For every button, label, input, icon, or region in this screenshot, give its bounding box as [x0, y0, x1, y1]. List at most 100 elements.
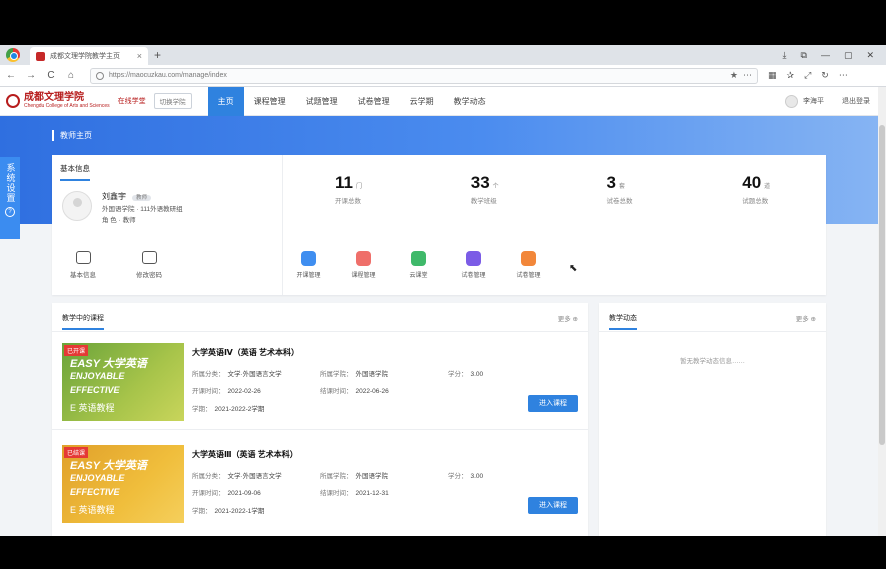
- course-name[interactable]: 大学英语Ⅲ（英语 艺术本科）: [192, 449, 298, 460]
- basic-info-link[interactable]: 基本信息: [70, 251, 96, 279]
- nav-home[interactable]: 主页: [207, 86, 244, 116]
- window-controls: ⤓ ⧉ — ▢ ✕: [783, 50, 886, 61]
- course-manage-icon: [356, 251, 371, 266]
- course-start: 开课时间： 2022-02-26: [192, 388, 261, 395]
- download-icon[interactable]: ⤓: [783, 50, 787, 61]
- tab-close-icon[interactable]: ×: [137, 51, 142, 61]
- stat-questions[interactable]: 40 道 试题总数: [690, 173, 826, 205]
- paper-manage-icon: [466, 251, 481, 266]
- nav-courses[interactable]: 课程管理: [244, 87, 296, 116]
- url-more-icon[interactable]: ⋯: [743, 70, 752, 81]
- course-credit: 学分： 3.00: [448, 473, 484, 480]
- stat-number: 11: [335, 173, 353, 192]
- course-start: 开课时间： 2021-09-06: [192, 490, 261, 497]
- course-end: 结课时间： 2021-12-31: [320, 490, 389, 497]
- letterbox-bottom: [0, 536, 886, 569]
- stat-courses[interactable]: 11 门 开课总数: [283, 173, 419, 205]
- divider: [52, 331, 588, 332]
- tab-title: 成都文理学院教学主页: [50, 53, 120, 60]
- course-term: 学期： 2021-2022-1学期: [192, 508, 265, 515]
- stat-number: 33: [470, 173, 490, 192]
- tool-open-course[interactable]: 开课管理: [292, 251, 325, 279]
- basic-info-panel: 基本信息 刘鑫宇 教师 外国语学院 · 111外语教研组 角 色 · 教师 基本信…: [52, 155, 283, 295]
- courses-more-link[interactable]: 更多 ⊕: [558, 313, 578, 323]
- browser-tab[interactable]: 成都文理学院教学主页 ×: [30, 47, 148, 65]
- back-button[interactable]: ←: [6, 70, 16, 81]
- logo-subtitle: Chengdu College of Arts and Sciences: [24, 103, 110, 109]
- tool-label: 课程管理: [351, 273, 376, 279]
- nav-dynamics[interactable]: 教学动态: [444, 87, 496, 116]
- nav-cloud[interactable]: 云学期: [400, 87, 444, 116]
- user-name: 李海平: [803, 98, 824, 105]
- share-icon[interactable]: ⤢: [804, 70, 811, 81]
- tool-cloud-class[interactable]: 云课堂: [402, 251, 435, 279]
- cloud-class-icon: [411, 251, 426, 266]
- user-menu[interactable]: 李海平: [785, 94, 824, 108]
- course-name[interactable]: 大学英语Ⅳ（英语 艺术本科）: [192, 347, 299, 358]
- switch-college-button[interactable]: 切换学院: [153, 93, 192, 109]
- enter-course-button[interactable]: 进入课程: [528, 497, 578, 514]
- apps-icon[interactable]: ▦: [768, 70, 777, 81]
- stat-unit: 门: [355, 184, 362, 190]
- change-password-link[interactable]: 修改密码: [136, 251, 162, 279]
- cover-line: E 英语教程: [70, 505, 115, 515]
- dynamics-more-link[interactable]: 更多 ⊕: [796, 313, 816, 323]
- cover-line: EASY 大学英语: [70, 358, 147, 370]
- scrollbar-thumb[interactable]: [879, 125, 885, 445]
- id-card-icon: [75, 251, 91, 264]
- nav-papers[interactable]: 试卷管理: [348, 87, 400, 116]
- stat-number: 3: [606, 173, 616, 192]
- cover-line: E 英语教程: [70, 403, 115, 413]
- lock-icon: [141, 251, 157, 264]
- course-cover[interactable]: 已开课 EASY 大学英语 ENJOYABLE EFFECTIVE E 英语教程: [62, 343, 184, 421]
- nav-questions[interactable]: 试题管理: [296, 87, 348, 116]
- site-info-icon[interactable]: [96, 71, 104, 80]
- url-field[interactable]: https://maocuzkau.com/manage/index ★ ⋯: [90, 67, 758, 84]
- site-logo[interactable]: 成都文理学院 Chengdu College of Arts and Scien…: [6, 93, 146, 109]
- stat-classes[interactable]: 33 个 教学班级: [419, 173, 555, 205]
- menu-icon[interactable]: ⋯: [839, 70, 848, 81]
- cover-line: ENJOYABLE: [70, 371, 125, 381]
- role-badge: 教师: [132, 195, 152, 201]
- restore-icon[interactable]: ⧉: [801, 50, 807, 61]
- bookmark-star-icon[interactable]: ★: [730, 70, 738, 81]
- forward-button[interactable]: →: [26, 70, 36, 81]
- maximize-button[interactable]: ▢: [844, 50, 853, 61]
- favorites-icon[interactable]: ✰: [787, 70, 795, 81]
- stat-papers[interactable]: 3套 试卷总数: [555, 173, 691, 205]
- tool-course-manage[interactable]: 课程管理: [347, 251, 380, 279]
- divider: [599, 331, 826, 332]
- stat-unit: 套: [618, 184, 625, 190]
- close-window-button[interactable]: ✕: [866, 50, 874, 61]
- tool-paper-manage[interactable]: 试卷管理: [457, 251, 490, 279]
- logout-button[interactable]: 退出登录: [842, 96, 870, 106]
- change-password-label: 修改密码: [136, 272, 162, 279]
- dynamics-title: 教学动态: [609, 313, 637, 330]
- cover-line: ENJOYABLE: [70, 473, 125, 483]
- system-settings-tab[interactable]: 系统设置 ?: [0, 157, 20, 239]
- help-icon: ?: [5, 207, 15, 217]
- stat-unit: 个: [492, 184, 499, 190]
- stats-row: 11 门 开课总数 33 个 教学班级 3套 试卷总数 40 道 试题总数: [283, 173, 826, 205]
- empty-state-text: 暂无教学动态信息……: [680, 358, 745, 365]
- course-cover[interactable]: 已结课 EASY 大学英语 ENJOYABLE EFFECTIVE E 英语教程: [62, 445, 184, 523]
- minimize-button[interactable]: —: [821, 50, 830, 61]
- history-icon[interactable]: ↻: [821, 70, 829, 81]
- reload-button[interactable]: C: [46, 70, 56, 81]
- open-course-icon: [301, 251, 316, 266]
- home-button[interactable]: ⌂: [66, 70, 76, 81]
- stat-label: 试题总数: [742, 198, 769, 205]
- tool-label: 试卷管理: [516, 273, 541, 279]
- main-nav: 主页 课程管理 试题管理 试卷管理 云学期 教学动态: [207, 86, 496, 116]
- tool-exam-manage[interactable]: 试卷管理: [512, 251, 545, 279]
- enter-course-button[interactable]: 进入课程: [528, 395, 578, 412]
- courses-title: 教学中的课程: [62, 313, 104, 330]
- course-college: 所属学院： 外国语学院: [320, 371, 388, 378]
- course-category: 所属分类： 文学·外国语言文学: [192, 473, 282, 480]
- new-tab-button[interactable]: +: [154, 48, 161, 62]
- stat-label: 试卷总数: [606, 198, 633, 205]
- page-scrollbar[interactable]: [878, 87, 886, 536]
- cover-line: EFFECTIVE: [70, 385, 120, 395]
- divider: [52, 429, 588, 430]
- stat-unit: 道: [764, 184, 771, 190]
